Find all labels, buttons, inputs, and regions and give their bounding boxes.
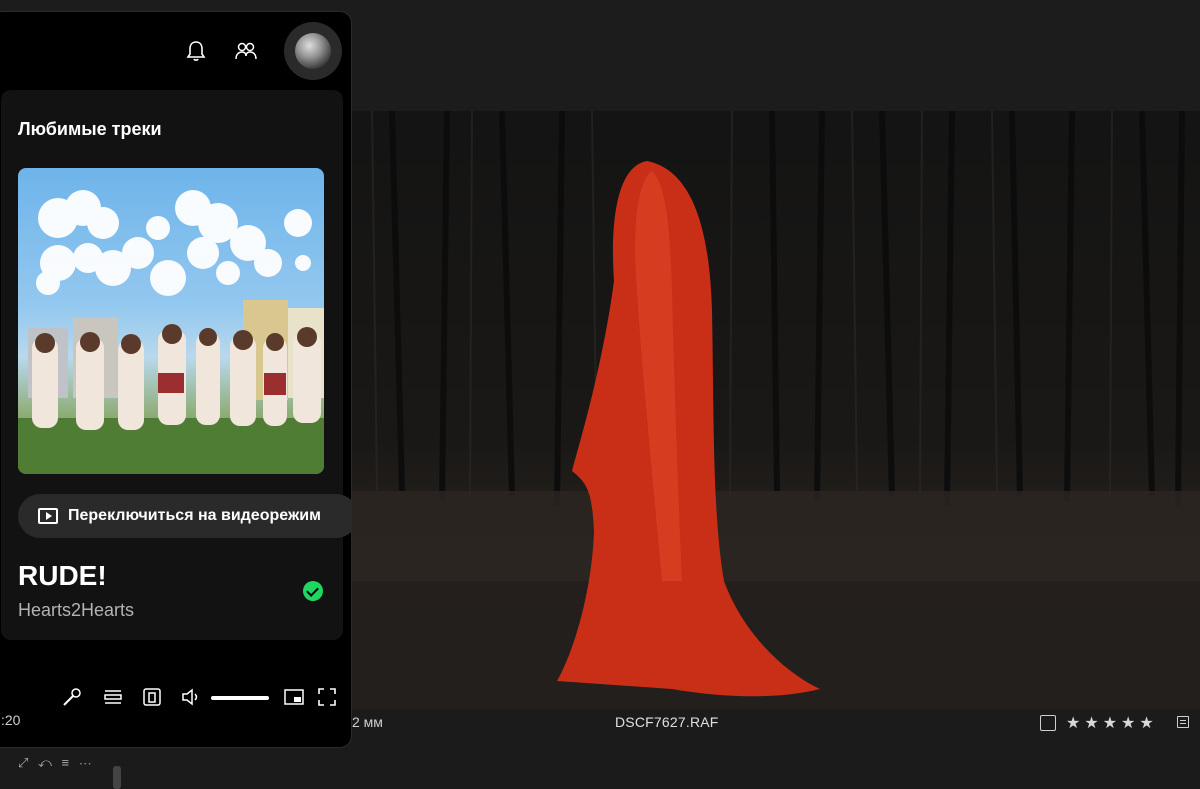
miniplayer-icon[interactable] <box>283 686 305 708</box>
music-player-panel: Любимые треки Переключиться на видеорежи… <box>0 11 352 748</box>
now-playing-card: Любимые треки Переключиться на видеорежи… <box>1 90 351 640</box>
connect-device-icon[interactable] <box>141 686 163 708</box>
info-menu-icon[interactable] <box>1177 716 1189 728</box>
album-cover[interactable] <box>18 168 324 474</box>
friends-icon[interactable] <box>235 41 257 61</box>
player-controls <box>0 680 351 716</box>
volume-slider[interactable] <box>211 696 269 700</box>
screen: 2 мм DSCF7627.RAF ★★★★★ ⤢ ↶ ≡ ⋯ Любимые … <box>0 0 1200 789</box>
volume-icon[interactable] <box>180 686 202 708</box>
track-title[interactable]: RUDE! <box>18 560 107 592</box>
bell-icon[interactable] <box>186 40 206 62</box>
check-circle-icon[interactable] <box>303 581 323 601</box>
avatar-image <box>295 33 331 69</box>
photo-preview[interactable] <box>352 111 1200 709</box>
avatar[interactable] <box>284 22 342 80</box>
playlist-title[interactable]: Любимые треки <box>18 119 162 140</box>
player-top-bar <box>0 12 351 88</box>
scrollbar-thumb[interactable] <box>113 766 121 789</box>
mic-icon[interactable] <box>61 686 83 708</box>
track-artist[interactable]: Hearts2Hearts <box>18 600 134 621</box>
fullscreen-icon[interactable] <box>316 686 338 708</box>
select-checkbox[interactable] <box>1040 715 1056 731</box>
album-art-image <box>18 190 324 474</box>
switch-to-video-button[interactable]: Переключиться на видеорежим <box>18 494 351 538</box>
bottom-tools-icons[interactable]: ⤢ ↶ ≡ ⋯ <box>18 755 95 771</box>
elapsed-time: :20 <box>1 712 21 728</box>
photo-image <box>352 111 1200 709</box>
play-square-icon <box>38 508 58 524</box>
video-mode-label: Переключиться на видеорежим <box>68 507 321 524</box>
filename-label: DSCF7627.RAF <box>615 714 719 730</box>
queue-icon[interactable] <box>102 686 124 708</box>
rating-stars[interactable]: ★★★★★ <box>1066 713 1158 733</box>
focal-length-label: 2 мм <box>352 714 383 730</box>
